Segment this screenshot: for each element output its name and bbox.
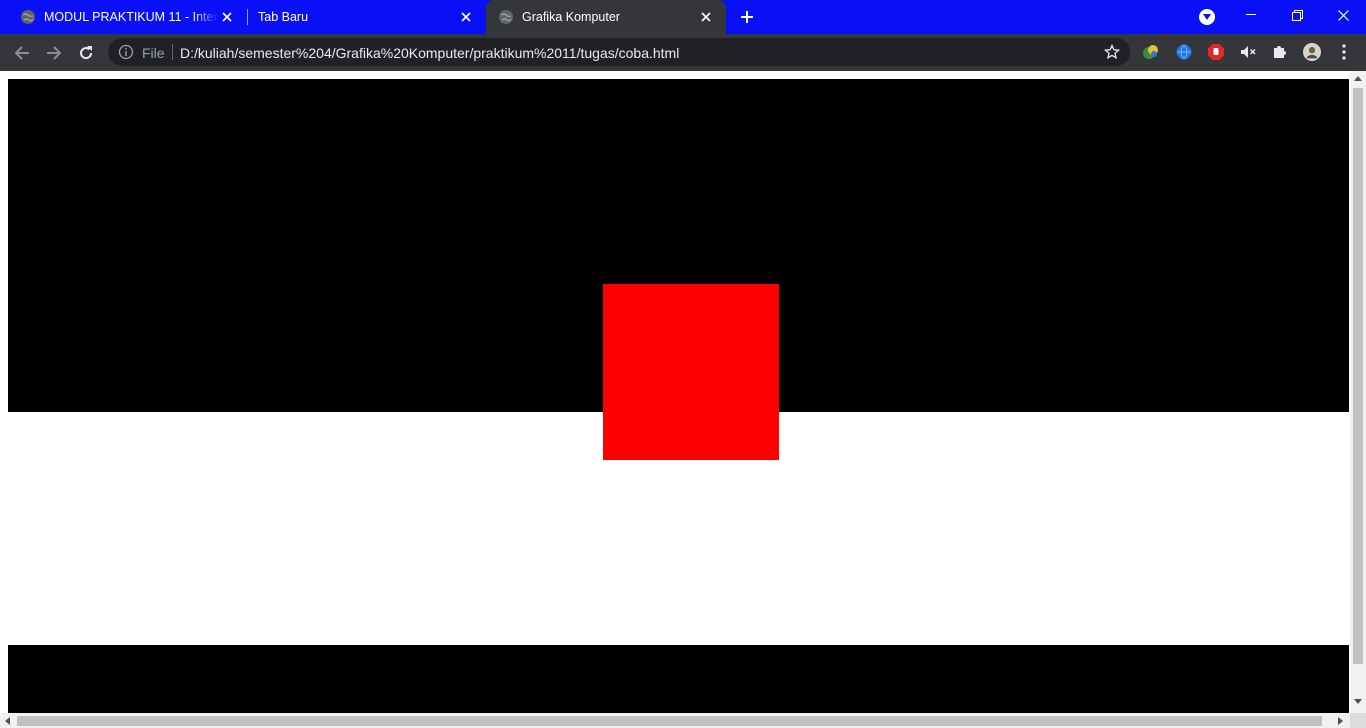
menu-button[interactable] bbox=[1335, 43, 1353, 61]
bookmark-star-icon[interactable] bbox=[1104, 44, 1120, 60]
extension-palette-button[interactable] bbox=[1142, 43, 1160, 61]
restore-button[interactable] bbox=[1274, 0, 1320, 30]
scroll-right-arrow-icon[interactable] bbox=[1338, 717, 1343, 725]
browser-toolbar: File D:/kuliah/semester%204/Grafika%20Ko… bbox=[0, 34, 1366, 71]
extensions-button[interactable] bbox=[1271, 43, 1289, 61]
reload-icon bbox=[80, 46, 93, 60]
tab-title: MODUL PRAKTIKUM 11 - Interaktif bbox=[44, 10, 219, 24]
tab-title: Tab Baru bbox=[258, 10, 309, 24]
red-square bbox=[603, 284, 779, 460]
avatar-icon bbox=[1303, 43, 1321, 61]
globe-icon bbox=[499, 10, 513, 24]
restore-icon bbox=[1291, 9, 1303, 21]
tab-modul-praktikum[interactable]: MODUL PRAKTIKUM 11 - Interaktif bbox=[0, 0, 247, 34]
tab-tab-baru[interactable]: Tab Baru bbox=[248, 0, 486, 34]
forward-button[interactable] bbox=[42, 41, 66, 65]
profile-avatar[interactable] bbox=[1303, 43, 1321, 61]
scheme-label: File bbox=[142, 45, 165, 61]
close-icon bbox=[1337, 9, 1349, 21]
close-icon[interactable] bbox=[698, 9, 714, 25]
scroll-down-arrow-icon[interactable] bbox=[1354, 699, 1362, 704]
horizontal-scrollbar[interactable] bbox=[0, 713, 1350, 728]
scroll-left-arrow-icon[interactable] bbox=[5, 717, 10, 725]
vertical-scroll-thumb[interactable] bbox=[1353, 88, 1363, 664]
reload-button[interactable] bbox=[74, 41, 98, 65]
globe-extension-icon bbox=[1176, 44, 1192, 60]
mute-tab-button[interactable] bbox=[1239, 43, 1257, 61]
back-button[interactable] bbox=[10, 41, 34, 65]
arrow-right-icon bbox=[47, 46, 62, 60]
page-viewport bbox=[0, 71, 1366, 728]
scrollbar-corner bbox=[1350, 713, 1366, 728]
tab-title: Grafika Komputer bbox=[522, 10, 620, 24]
tab-strip: MODUL PRAKTIKUM 11 - Interaktif Tab Baru… bbox=[0, 0, 1366, 34]
address-bar[interactable]: File D:/kuliah/semester%204/Grafika%20Ko… bbox=[108, 38, 1130, 66]
more-vert-icon bbox=[1342, 44, 1346, 60]
mute-icon bbox=[1241, 46, 1256, 58]
new-tab-button[interactable] bbox=[736, 7, 758, 27]
plus-icon bbox=[741, 11, 753, 23]
extension-translate-button[interactable] bbox=[1175, 43, 1193, 61]
info-icon[interactable] bbox=[118, 44, 134, 60]
chevron-down-icon bbox=[1203, 14, 1211, 20]
url-text[interactable]: D:/kuliah/semester%204/Grafika%20Kompute… bbox=[180, 45, 679, 61]
close-window-button[interactable] bbox=[1320, 0, 1366, 30]
stop-hand-icon bbox=[1208, 44, 1224, 60]
puzzle-icon bbox=[1274, 46, 1286, 58]
divider bbox=[172, 44, 173, 60]
extension-adblock-button[interactable] bbox=[1207, 43, 1225, 61]
minimize-button[interactable] bbox=[1228, 0, 1274, 30]
minimize-icon bbox=[1246, 14, 1256, 15]
scroll-up-arrow-icon[interactable] bbox=[1354, 76, 1362, 81]
horizontal-scroll-thumb[interactable] bbox=[17, 716, 1322, 726]
tab-grafika-komputer[interactable]: Grafika Komputer bbox=[486, 0, 726, 34]
close-icon[interactable] bbox=[219, 9, 235, 25]
tab-search-button[interactable] bbox=[1199, 9, 1215, 25]
palette-extension-icon bbox=[1143, 45, 1158, 59]
globe-icon bbox=[21, 10, 35, 24]
vertical-scrollbar[interactable] bbox=[1350, 71, 1366, 713]
close-icon[interactable] bbox=[458, 9, 474, 25]
arrow-left-icon bbox=[14, 46, 29, 60]
